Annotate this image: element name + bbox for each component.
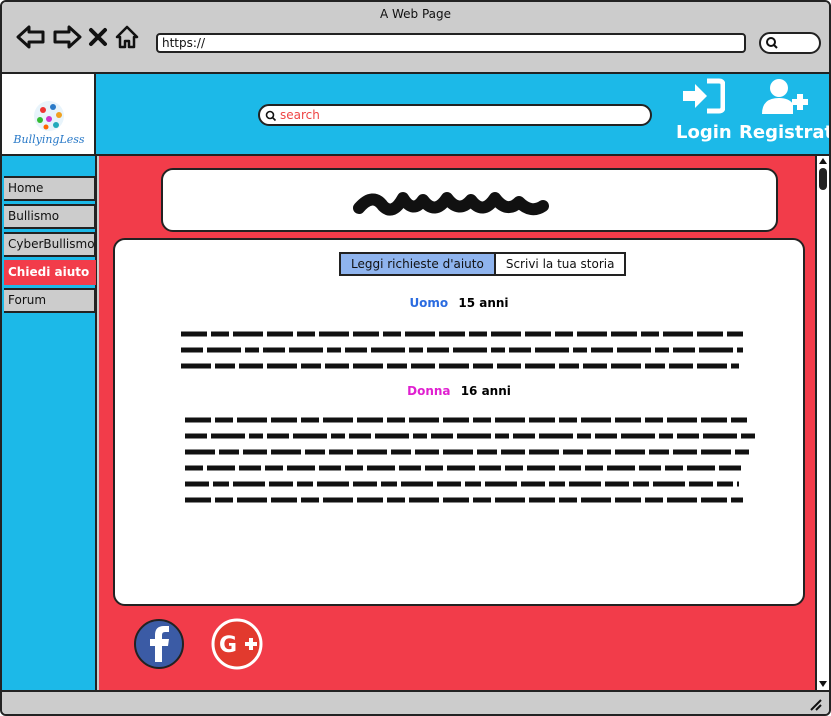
forward-arrow-icon[interactable] bbox=[52, 24, 82, 50]
globe-people-logo-icon bbox=[34, 101, 64, 131]
browser-search-field[interactable] bbox=[759, 32, 821, 54]
story-header: Uomo 15 anni bbox=[115, 296, 803, 310]
scrollbar-thumb[interactable] bbox=[819, 168, 827, 190]
story-text-scribble bbox=[185, 417, 755, 503]
scroll-down-icon[interactable] bbox=[818, 680, 828, 688]
logo[interactable]: BullyingLess bbox=[2, 74, 96, 154]
page-title-card bbox=[161, 168, 778, 232]
facebook-icon[interactable] bbox=[133, 618, 185, 670]
browser-window: A Web Page https:// BullyingLess search … bbox=[0, 0, 831, 716]
svg-text:G: G bbox=[219, 633, 237, 658]
sidebar-item-cyberbullismo[interactable]: CyberBullismo bbox=[4, 232, 96, 257]
home-icon[interactable] bbox=[114, 24, 140, 50]
sidebar-item-forum[interactable]: Forum bbox=[4, 288, 96, 313]
page-title-scribble bbox=[353, 192, 549, 216]
add-user-icon bbox=[762, 79, 808, 114]
back-arrow-icon[interactable] bbox=[16, 24, 46, 50]
scroll-up-icon[interactable] bbox=[818, 157, 828, 165]
register-button[interactable]: Registrati bbox=[739, 78, 829, 143]
tab-bar: Leggi richieste d'aiuto Scrivi la tua st… bbox=[339, 252, 627, 276]
story-header: Donna 16 anni bbox=[115, 384, 803, 398]
sidebar-item-bullismo[interactable]: Bullismo bbox=[4, 204, 96, 229]
nav-buttons bbox=[16, 24, 140, 50]
login-button[interactable]: Login bbox=[676, 78, 732, 143]
story-text-scribble bbox=[181, 331, 743, 369]
site-header: BullyingLess search Login Registrati bbox=[2, 74, 829, 156]
browser-statusbar bbox=[2, 690, 829, 714]
help-requests-card: Leggi richieste d'aiuto Scrivi la tua st… bbox=[113, 238, 805, 606]
login-label: Login bbox=[676, 122, 732, 143]
main-content: Leggi richieste d'aiuto Scrivi la tua st… bbox=[99, 156, 815, 690]
register-label: Registrati bbox=[739, 122, 831, 143]
window-title: A Web Page bbox=[379, 7, 452, 21]
story-gender: Uomo bbox=[409, 296, 449, 310]
story-gender: Donna bbox=[407, 384, 451, 398]
resize-grip-icon[interactable] bbox=[809, 698, 823, 712]
search-placeholder: search bbox=[280, 108, 320, 122]
close-icon[interactable] bbox=[88, 24, 108, 50]
google-plus-icon[interactable]: G bbox=[211, 618, 263, 670]
url-input[interactable]: https:// bbox=[156, 33, 746, 53]
search-icon bbox=[766, 37, 778, 49]
sidebar-item-home[interactable]: Home bbox=[4, 176, 96, 201]
search-icon bbox=[265, 110, 277, 122]
site-search-input[interactable]: search bbox=[258, 104, 652, 126]
story-age: 16 anni bbox=[460, 384, 511, 398]
vertical-scrollbar[interactable] bbox=[815, 156, 829, 690]
sidebar: Home Bullismo CyberBullismo Chiedi aiuto… bbox=[2, 156, 97, 690]
sign-in-icon bbox=[683, 78, 725, 114]
browser-titlebar: A Web Page https:// bbox=[2, 2, 829, 74]
story-age: 15 anni bbox=[458, 296, 509, 310]
sidebar-item-chiedi-aiuto[interactable]: Chiedi aiuto bbox=[4, 260, 96, 285]
tab-scrivi-storia[interactable]: Scrivi la tua storia bbox=[496, 254, 625, 274]
logo-text: BullyingLess bbox=[13, 133, 85, 146]
tab-leggi-richieste[interactable]: Leggi richieste d'aiuto bbox=[341, 254, 496, 274]
